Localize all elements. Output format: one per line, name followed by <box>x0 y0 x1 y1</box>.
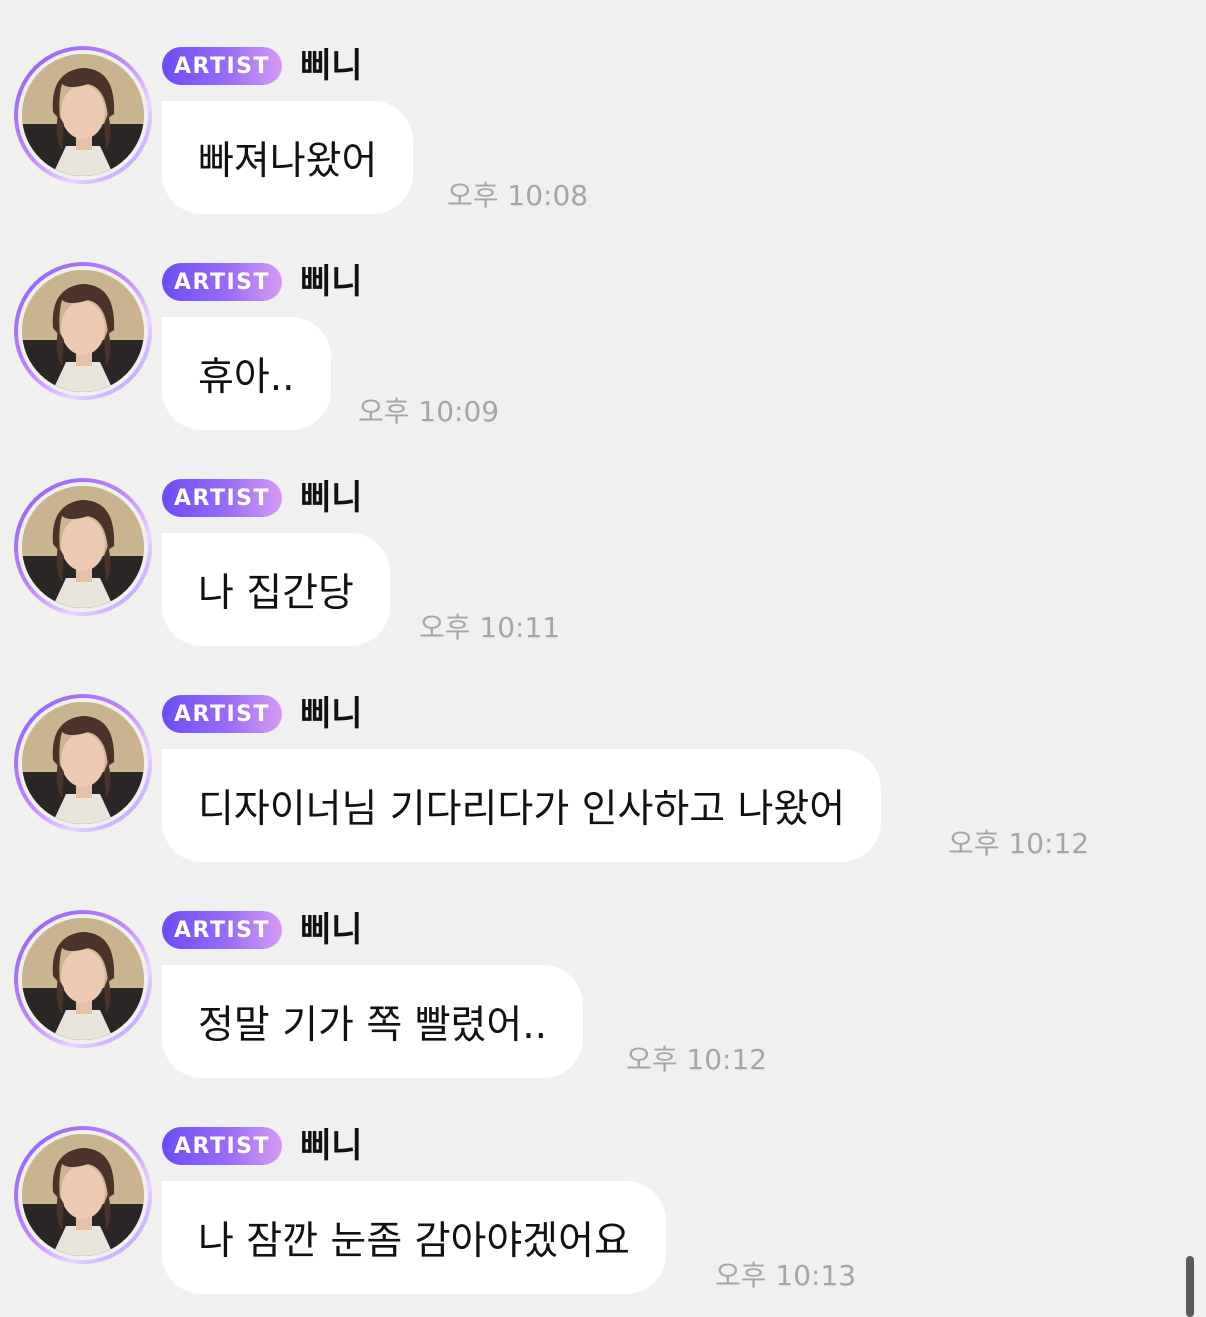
message-bubble[interactable]: 빠져나왔어 <box>162 101 414 214</box>
message-timestamp: 오후 10:12 <box>948 827 1090 860</box>
avatar-photo <box>22 486 144 608</box>
avatar-photo <box>22 54 144 176</box>
message-timestamp: 오후 10:11 <box>419 611 561 644</box>
avatar[interactable] <box>14 262 152 400</box>
message-bubble[interactable]: 나 잠깐 눈좀 감아야겠어요 <box>162 1181 666 1294</box>
message-timestamp: 오후 10:12 <box>626 1043 768 1076</box>
artist-badge: ARTIST <box>162 47 282 85</box>
message-timestamp: 오후 10:13 <box>715 1259 857 1292</box>
sender-name: 삐니 <box>300 478 363 518</box>
sender-name: 삐니 <box>300 910 363 950</box>
chat-message: ARTIST 삐니 디자이너님 기다리다가 인사하고 나왔어 오후 10:12 <box>0 648 1180 864</box>
chat-message: ARTIST 삐니 나 집간당 오후 10:11 <box>0 432 1180 648</box>
sender-name: 삐니 <box>300 262 363 302</box>
avatar-photo <box>22 270 144 392</box>
avatar[interactable] <box>14 910 152 1048</box>
message-bubble[interactable]: 휴아.. <box>162 317 331 430</box>
message-timestamp: 오후 10:09 <box>358 395 500 428</box>
message-bubble[interactable]: 정말 기가 쪽 빨렸어.. <box>162 965 584 1078</box>
sender-name: 삐니 <box>300 694 363 734</box>
sender-name: 삐니 <box>300 46 363 86</box>
chat-message: ARTIST 삐니 빠져나왔어 오후 10:08 <box>0 0 1180 216</box>
artist-badge: ARTIST <box>162 695 282 733</box>
chat-message-list[interactable]: ARTIST 삐니 빠져나왔어 오후 10:08 ARTIST 삐니 휴아.. … <box>0 0 1206 1317</box>
avatar[interactable] <box>14 46 152 184</box>
avatar[interactable] <box>14 478 152 616</box>
chat-message: ARTIST 삐니 정말 기가 쪽 빨렸어.. 오후 10:12 <box>0 864 1180 1080</box>
message-bubble[interactable]: 디자이너님 기다리다가 인사하고 나왔어 <box>162 749 882 862</box>
avatar-photo <box>22 918 144 1040</box>
artist-badge: ARTIST <box>162 1127 282 1165</box>
message-bubble[interactable]: 나 집간당 <box>162 533 390 646</box>
artist-badge: ARTIST <box>162 911 282 949</box>
avatar[interactable] <box>14 1126 152 1264</box>
message-timestamp: 오후 10:08 <box>447 179 589 212</box>
artist-badge: ARTIST <box>162 263 282 301</box>
avatar-photo <box>22 1134 144 1256</box>
chat-message: ARTIST 삐니 나 잠깐 눈좀 감아야겠어요 오후 10:13 <box>0 1080 1180 1296</box>
avatar[interactable] <box>14 694 152 832</box>
avatar-photo <box>22 702 144 824</box>
chat-message: ARTIST 삐니 휴아.. 오후 10:09 <box>0 216 1180 432</box>
scrollbar[interactable] <box>1186 1256 1194 1317</box>
artist-badge: ARTIST <box>162 479 282 517</box>
sender-name: 삐니 <box>300 1126 363 1166</box>
